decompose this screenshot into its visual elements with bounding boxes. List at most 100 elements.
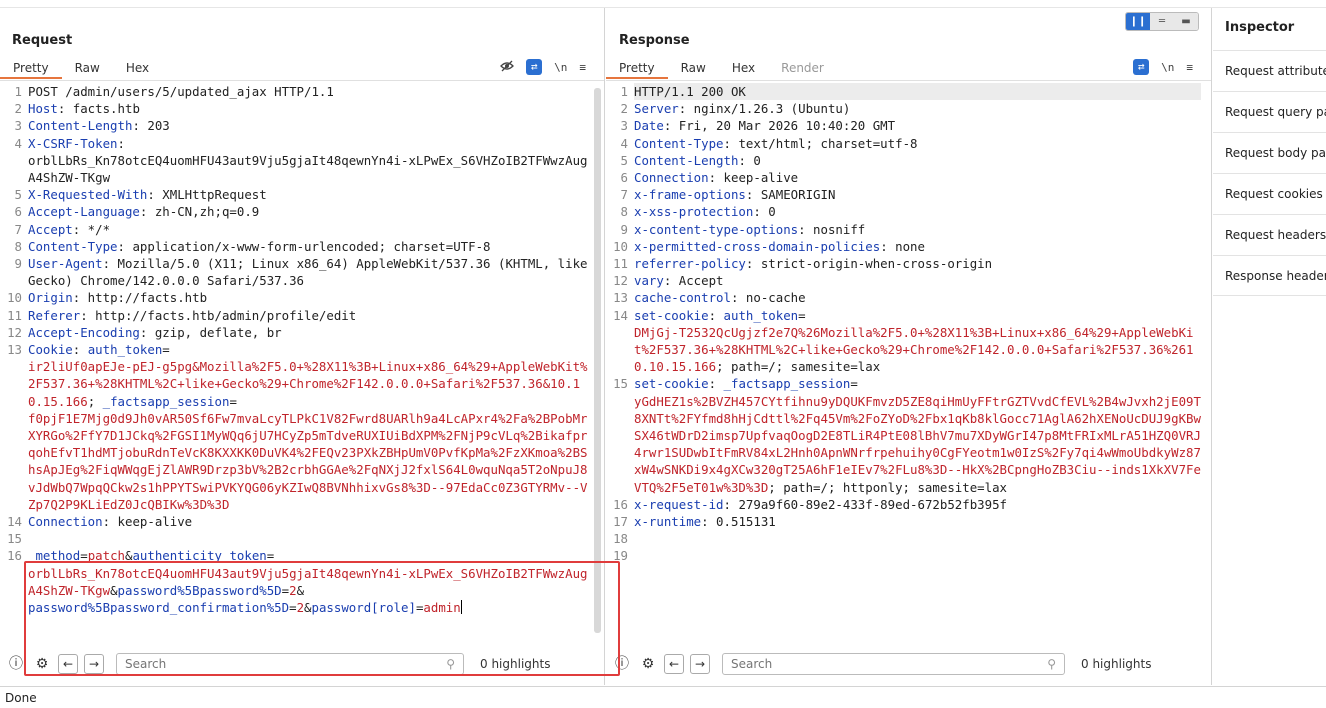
header-value-highlight: 2 — [289, 582, 297, 598]
line-number: 18 — [613, 531, 628, 547]
line-number: 11 — [613, 256, 628, 272]
line-number: 6 — [14, 204, 22, 220]
request-line: 16 _method=patch&authenticity_token= orbl… — [0, 547, 594, 616]
header-value: : 0 — [738, 152, 761, 168]
line-number: 12 — [7, 324, 22, 340]
header-value: & — [110, 582, 118, 598]
layout-stacked-icon[interactable]: ═ — [1150, 13, 1174, 30]
header-name: Date — [634, 118, 664, 134]
search-next-button[interactable]: → — [84, 654, 104, 674]
word-wrap-icon[interactable]: ⇄ — [1133, 59, 1150, 75]
request-scrollbar[interactable] — [594, 88, 601, 633]
header-value: : 279a9f60-89e2-433f-89ed-672b52fb395f — [723, 496, 1008, 512]
header-value: = — [266, 548, 275, 564]
help-icon[interactable]: ⓘ — [612, 654, 632, 674]
search-next-button[interactable]: → — [690, 654, 710, 674]
request-search-bar: ⓘ ⚙ ← → ⚲ 0 highlights — [0, 649, 604, 679]
response-line: 2 Server: nginx/1.26.3 (Ubuntu) — [606, 100, 1201, 117]
response-tab-raw[interactable]: Raw — [668, 57, 719, 79]
inspector-item-request-body-parameters[interactable]: Request body parameters — [1213, 132, 1326, 173]
header-value: : keep-alive — [102, 514, 193, 530]
header-name: x-permitted-cross-domain-policies — [634, 238, 881, 254]
code-text: Content-Length: 203 — [28, 117, 594, 134]
response-line: 7 x-frame-options: SAMEORIGIN — [606, 186, 1201, 203]
header-name: cache-control — [634, 290, 731, 306]
header-value: : text/html; charset=utf-8 — [723, 135, 918, 151]
inspector-item-request-attributes[interactable]: Request attributes — [1213, 50, 1326, 91]
header-name: Referer — [28, 307, 81, 323]
response-line: 16 x-request-id: 279a9f60-89e2-433f-89ed-… — [606, 496, 1201, 513]
header-name: x-xss-protection — [634, 204, 754, 220]
response-tab-hex[interactable]: Hex — [719, 57, 768, 79]
request-search-box[interactable]: ⚲ — [116, 653, 464, 675]
help-icon[interactable]: ⓘ — [6, 654, 26, 674]
response-tab-pretty[interactable]: Pretty — [606, 57, 668, 79]
response-title: Response — [619, 33, 690, 48]
response-line: 6 Connection: keep-alive — [606, 169, 1201, 186]
header-value: ; path=/; httponly; samesite=lax — [768, 479, 1007, 495]
header-value: : http://facts.htb — [72, 290, 208, 306]
request-editor[interactable]: 1 POST /admin/users/5/updated_ajax HTTP/1… — [0, 83, 594, 634]
request-tab-pretty[interactable]: Pretty — [0, 57, 62, 79]
code-text: Content-Type: text/html; charset=utf-8 — [634, 135, 1201, 152]
inspector-item-request-cookies[interactable]: Request cookies — [1213, 173, 1326, 214]
inspector-item-request-headers[interactable]: Request headers — [1213, 214, 1326, 255]
response-line: 8 x-xss-protection: 0 — [606, 203, 1201, 220]
response-line: 18 — [606, 530, 1201, 547]
inspector-item-request-query-parameters[interactable]: Request query parameters — [1213, 91, 1326, 132]
header-name: x-request-id — [634, 496, 724, 512]
header-value: : zh-CN,zh;q=0.9 — [139, 204, 260, 220]
hamburger-menu-icon[interactable]: ≡ — [579, 61, 586, 74]
request-line: 10 Origin: http://facts.htb — [0, 289, 594, 306]
request-tab-raw[interactable]: Raw — [62, 57, 113, 79]
header-value: = — [289, 600, 297, 616]
inspector-pane: Inspector Request attributes Request que… — [1213, 8, 1326, 685]
header-value: : nginx/1.26.3 (Ubuntu) — [678, 101, 851, 117]
search-prev-button[interactable]: ← — [664, 654, 684, 674]
response-line: 15 set-cookie: _factsapp_session= yGdHEZ1… — [606, 375, 1201, 495]
header-name: _factsapp_session — [723, 376, 851, 392]
request-line: 14 Connection: keep-alive — [0, 513, 594, 530]
response-search-input[interactable] — [731, 657, 1011, 671]
inspector-item-response-headers[interactable]: Response headers — [1213, 255, 1326, 296]
layout-tabs-icon[interactable]: ▬ — [1174, 13, 1198, 30]
header-name: Accept — [28, 221, 73, 237]
response-editor[interactable]: 1 HTTP/1.1 200 OK 2 Server: nginx/1.26.3 (U… — [606, 83, 1201, 634]
request-line: 3 Content-Length: 203 — [0, 117, 594, 134]
header-value: POST /admin/users/5/updated_ajax HTTP/1.… — [28, 84, 334, 99]
request-tools: ⇄ \n ≡ — [500, 57, 586, 77]
response-tab-render[interactable]: Render — [768, 57, 837, 79]
line-number: 11 — [7, 307, 22, 323]
line-number: 7 — [620, 187, 628, 203]
layout-side-by-side-icon[interactable]: ❙❙ — [1126, 13, 1150, 30]
word-wrap-icon[interactable]: ⇄ — [526, 59, 543, 75]
code-text: Accept: */* — [28, 221, 594, 238]
header-value: : gzip, deflate, br — [139, 324, 282, 340]
newline-toggle[interactable]: \n — [554, 61, 567, 74]
code-text: Content-Length: 0 — [634, 152, 1201, 169]
response-search-bar: ⓘ ⚙ ← → ⚲ 0 highlights — [606, 649, 1211, 679]
header-name: password%5Bpassword_confirmation%5D — [28, 600, 290, 616]
request-scrollbar-thumb[interactable] — [594, 88, 601, 633]
request-search-input[interactable] — [125, 657, 405, 671]
line-number: 2 — [14, 101, 22, 117]
newline-toggle[interactable]: \n — [1161, 61, 1174, 74]
gear-icon[interactable]: ⚙ — [32, 654, 52, 674]
response-search-box[interactable]: ⚲ — [722, 653, 1065, 675]
gear-icon[interactable]: ⚙ — [638, 654, 658, 674]
line-number: 13 — [613, 290, 628, 306]
header-value: = — [281, 582, 290, 598]
hamburger-menu-icon[interactable]: ≡ — [1186, 61, 1193, 74]
request-line: 7 Accept: */* — [0, 221, 594, 238]
request-line: 2 Host: facts.htb — [0, 100, 594, 117]
request-pane: Request Pretty Raw Hex ⇄ \n ≡ 1 POST /adm… — [0, 8, 605, 685]
search-prev-button[interactable]: ← — [58, 654, 78, 674]
line-number: 10 — [7, 290, 22, 306]
line-number: 1 — [620, 84, 628, 99]
header-value: : Accept — [663, 273, 724, 289]
header-name: authenticity_token — [132, 548, 267, 564]
request-tab-hex[interactable]: Hex — [113, 57, 162, 79]
line-number: 5 — [14, 187, 22, 203]
eye-slash-icon[interactable] — [500, 59, 515, 76]
code-text: cache-control: no-cache — [634, 289, 1201, 306]
